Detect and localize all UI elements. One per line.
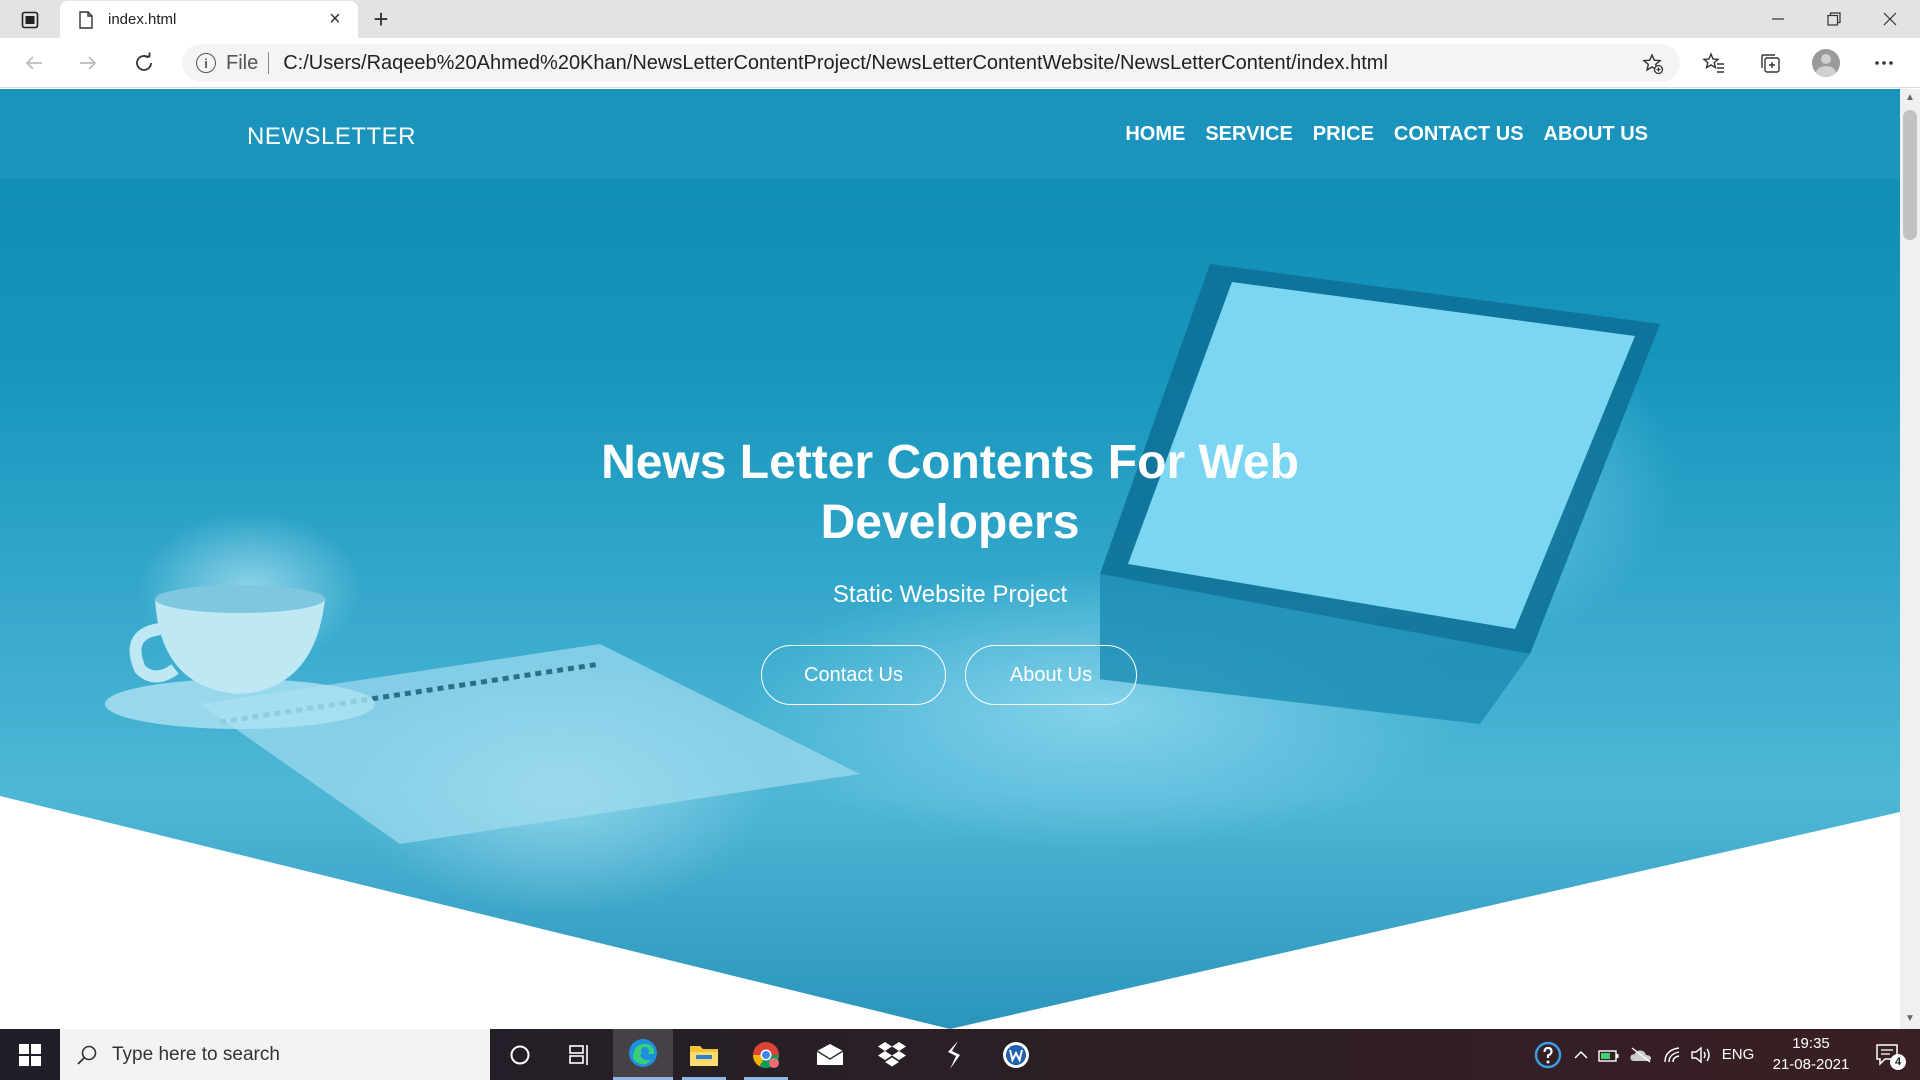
help-icon bbox=[1534, 1041, 1562, 1068]
site-info-icon[interactable]: i bbox=[196, 53, 216, 73]
taskbar-edge-app[interactable] bbox=[613, 1029, 673, 1080]
clock-time: 19:35 bbox=[1792, 1035, 1830, 1052]
favorites-icon bbox=[1702, 52, 1724, 73]
tab-actions-button[interactable] bbox=[14, 7, 46, 33]
document-icon bbox=[79, 10, 93, 29]
taskbar-chrome-app[interactable] bbox=[736, 1029, 796, 1080]
hero-title: News Letter Contents For Web Developers bbox=[601, 436, 1299, 549]
taskbar-dropbox-app[interactable] bbox=[862, 1029, 922, 1080]
page-viewport: NEWSLETTER HOME SERVICE PRICE CONTACT US… bbox=[0, 89, 1900, 1029]
hero-subtitle: Static Website Project bbox=[832, 581, 1068, 608]
site-brand[interactable]: NEWSLETTER bbox=[247, 123, 416, 151]
edge-icon bbox=[629, 1039, 657, 1067]
collections-icon bbox=[1761, 54, 1780, 73]
collections-button[interactable] bbox=[1750, 46, 1790, 80]
favorites-button[interactable] bbox=[1694, 46, 1734, 80]
taskbar-mail-app[interactable] bbox=[800, 1029, 860, 1080]
clock-date: 21-08-2021 bbox=[1772, 1056, 1850, 1073]
word-icon bbox=[1003, 1041, 1029, 1068]
refresh-button[interactable] bbox=[126, 46, 162, 80]
site-nav-menu: HOME SERVICE PRICE CONTACT US ABOUT US bbox=[1125, 123, 1648, 146]
battery-icon bbox=[1598, 1049, 1619, 1062]
restore-icon bbox=[1827, 12, 1841, 26]
new-tab-button[interactable]: + bbox=[364, 4, 398, 34]
forward-button[interactable] bbox=[70, 46, 106, 80]
network-tray-icon[interactable] bbox=[1660, 1029, 1686, 1080]
coffee-cup-image bbox=[105, 585, 375, 729]
show-hidden-icons-button[interactable] bbox=[1570, 1029, 1592, 1080]
minimize-icon bbox=[1772, 18, 1784, 20]
address-toolbar: i File C:/Users/Raqeeb%20Ahmed%20Khan/Ne… bbox=[0, 38, 1920, 88]
chrome-icon bbox=[752, 1041, 780, 1068]
contact-us-button[interactable]: Contact Us bbox=[761, 645, 946, 705]
browser-tab[interactable]: index.html × bbox=[60, 1, 358, 38]
volume-tray-icon[interactable] bbox=[1688, 1029, 1714, 1080]
taskbar-search-box[interactable]: Type here to search bbox=[60, 1029, 490, 1080]
about-us-button[interactable]: About Us bbox=[965, 645, 1137, 705]
close-icon bbox=[1883, 12, 1897, 26]
scroll-up-arrow-icon[interactable]: ▲ bbox=[1903, 92, 1917, 106]
taskbar-word-app[interactable] bbox=[986, 1029, 1046, 1080]
close-tab-icon[interactable]: × bbox=[324, 8, 346, 31]
start-button[interactable] bbox=[0, 1029, 60, 1080]
add-favorite-icon[interactable] bbox=[1642, 53, 1664, 75]
scroll-down-arrow-icon[interactable]: ▼ bbox=[1903, 1013, 1917, 1027]
hero-background: NEWSLETTER HOME SERVICE PRICE CONTACT US… bbox=[0, 89, 1900, 1029]
chevron-up-icon bbox=[1574, 1050, 1588, 1059]
nav-link-price[interactable]: PRICE bbox=[1313, 123, 1374, 146]
tab-title: index.html bbox=[108, 11, 177, 28]
windows-logo-icon bbox=[19, 1043, 41, 1066]
back-button[interactable] bbox=[16, 46, 52, 80]
action-center-button[interactable]: 4 bbox=[1866, 1029, 1910, 1080]
input-language-indicator[interactable]: ENG bbox=[1718, 1029, 1758, 1080]
address-divider bbox=[268, 52, 270, 74]
avatar bbox=[1812, 49, 1840, 77]
back-arrow-icon bbox=[25, 56, 42, 70]
settings-more-button[interactable] bbox=[1864, 46, 1904, 80]
sublime-text-icon bbox=[948, 1040, 960, 1069]
dropbox-icon bbox=[878, 1041, 906, 1066]
battery-tray-icon[interactable] bbox=[1596, 1029, 1622, 1080]
notification-count-badge: 4 bbox=[1890, 1054, 1906, 1070]
onedrive-tray-icon[interactable] bbox=[1628, 1029, 1654, 1080]
tab-actions-icon bbox=[21, 11, 39, 29]
nav-link-contact-us[interactable]: CONTACT US bbox=[1394, 123, 1524, 146]
taskbar-sublime-app[interactable] bbox=[924, 1029, 984, 1080]
url-text[interactable]: C:/Users/Raqeeb%20Ahmed%20Khan/NewsLette… bbox=[283, 52, 1388, 75]
forward-arrow-icon bbox=[80, 56, 97, 70]
cortana-button[interactable] bbox=[490, 1029, 550, 1080]
task-view-icon bbox=[569, 1044, 588, 1065]
nav-link-about-us[interactable]: ABOUT US bbox=[1544, 123, 1648, 146]
nav-link-home[interactable]: HOME bbox=[1125, 123, 1185, 146]
scheme-label: File bbox=[226, 51, 259, 74]
windows-taskbar: Type here to search ENG 19:35 21-08-2021… bbox=[0, 1029, 1920, 1080]
folder-icon bbox=[690, 1045, 718, 1066]
site-navbar: NEWSLETTER HOME SERVICE PRICE CONTACT US… bbox=[0, 89, 1900, 179]
tab-bar: index.html × + bbox=[0, 0, 1920, 38]
address-bar[interactable]: i File C:/Users/Raqeeb%20Ahmed%20Khan/Ne… bbox=[182, 44, 1680, 82]
cortana-icon bbox=[510, 1045, 530, 1064]
close-window-button[interactable] bbox=[1862, 0, 1918, 38]
help-tray-button[interactable] bbox=[1530, 1029, 1566, 1080]
cloud-offline-icon bbox=[1630, 1046, 1651, 1063]
profile-button[interactable] bbox=[1806, 46, 1846, 80]
minimize-button[interactable] bbox=[1750, 0, 1806, 38]
taskbar-file-explorer-app[interactable] bbox=[674, 1029, 734, 1080]
refresh-icon bbox=[136, 52, 152, 71]
restore-button[interactable] bbox=[1806, 0, 1862, 38]
search-icon bbox=[77, 1045, 97, 1065]
taskbar-clock[interactable]: 19:35 21-08-2021 bbox=[1756, 1033, 1866, 1075]
speaker-icon bbox=[1691, 1046, 1710, 1063]
nav-link-service[interactable]: SERVICE bbox=[1205, 123, 1292, 146]
search-placeholder: Type here to search bbox=[112, 1043, 280, 1065]
wifi-icon bbox=[1664, 1046, 1680, 1062]
more-icon bbox=[1875, 61, 1893, 65]
task-view-button[interactable] bbox=[550, 1029, 610, 1080]
scrollbar-thumb[interactable] bbox=[1903, 110, 1917, 240]
mail-icon bbox=[816, 1043, 844, 1065]
